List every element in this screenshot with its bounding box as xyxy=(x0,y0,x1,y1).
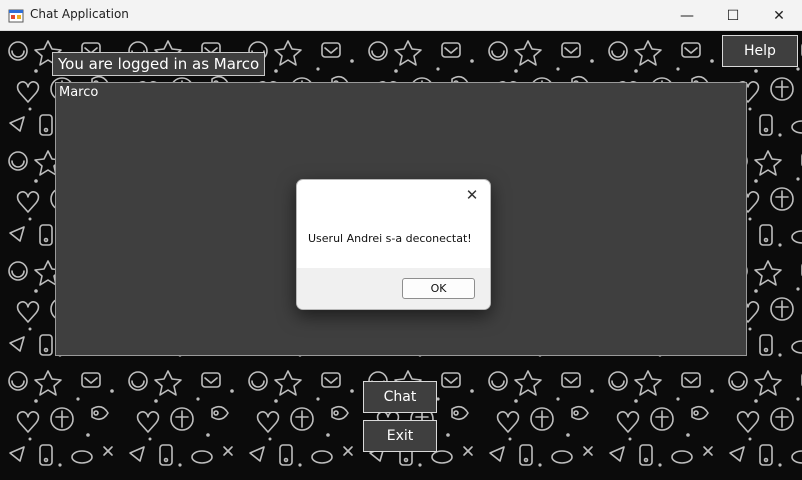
chat-button[interactable]: Chat xyxy=(363,381,437,413)
title-bar: Chat Application — ☐ ✕ xyxy=(0,0,802,31)
ok-button[interactable]: OK xyxy=(402,278,475,299)
logged-in-label: You are logged in as Marco xyxy=(52,52,266,76)
app-form-icon xyxy=(8,9,24,23)
dialog-footer: OK xyxy=(297,268,490,309)
message-dialog: ✕ Userul Andrei s-a deconectat! OK xyxy=(296,179,491,310)
list-item[interactable]: Marco xyxy=(59,85,98,100)
dialog-close-button[interactable]: ✕ xyxy=(460,184,484,206)
maximize-button[interactable]: ☐ xyxy=(710,0,756,31)
close-window-button[interactable]: ✕ xyxy=(756,0,802,31)
exit-button[interactable]: Exit xyxy=(363,420,437,452)
help-button[interactable]: Help xyxy=(722,35,798,67)
window-title: Chat Application xyxy=(30,7,129,21)
minimize-button[interactable]: — xyxy=(664,0,710,31)
dialog-message: Userul Andrei s-a deconectat! xyxy=(308,232,472,245)
